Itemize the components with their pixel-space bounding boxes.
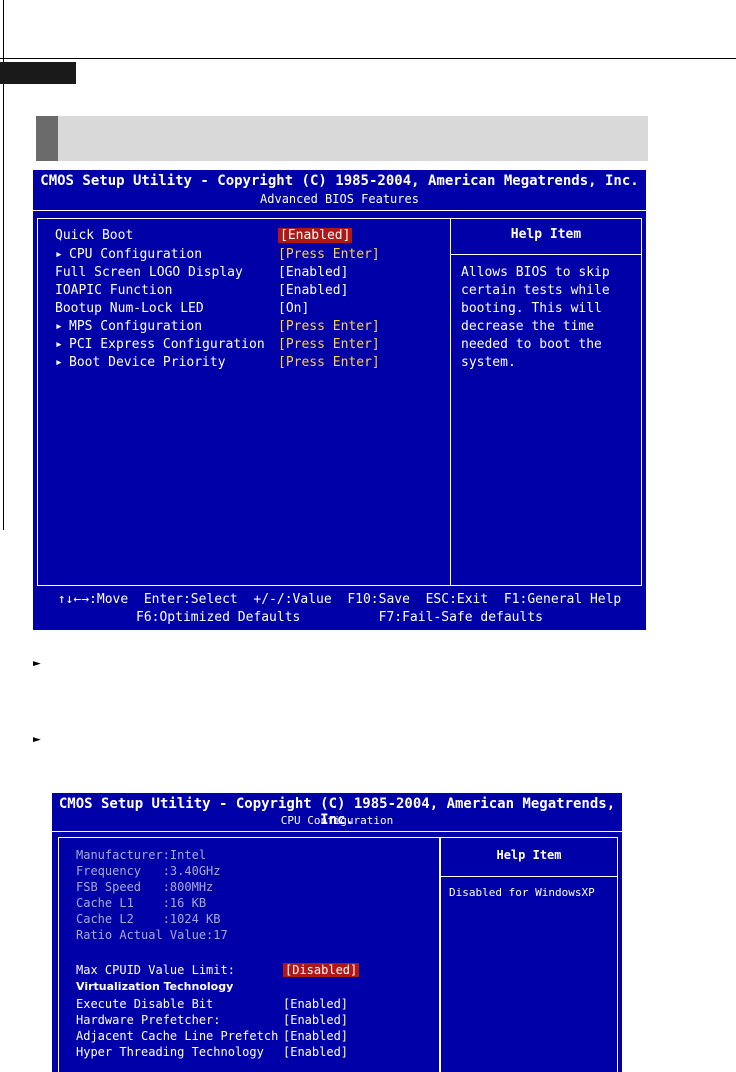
menu-item-hardware-prefetcher[interactable]: Hardware Prefetcher: [76, 1013, 221, 1027]
submenu-arrow-icon: ▸ [55, 355, 63, 370]
title-separator [52, 831, 622, 832]
help-text: Allows BIOS to skip certain tests while … [461, 265, 610, 370]
help-panel: Help Item Allows BIOS to skip certain te… [450, 218, 642, 586]
info-ratio: Ratio Actual Value:17 [76, 928, 228, 942]
menu-item-max-cpuid[interactable]: Max CPUID Value Limit: [76, 963, 235, 977]
value-boot-device-priority[interactable]: [Press Enter] [278, 355, 380, 370]
value-execute-disable[interactable]: [Enabled] [283, 997, 348, 1011]
value-pci-express[interactable]: [Press Enter] [278, 337, 380, 352]
menu-item-numlock[interactable]: Bootup Num-Lock LED [55, 301, 204, 316]
value-quick-boot[interactable]: [Enabled] [278, 228, 353, 243]
bios-title: CMOS Setup Utility - Copyright (C) 1985-… [40, 173, 639, 189]
help-title: Help Item [496, 848, 562, 862]
menu-item-execute-disable[interactable]: Execute Disable Bit [76, 997, 213, 1011]
page-tab [0, 62, 76, 84]
submenu-arrow-icon: ▸ [55, 337, 63, 352]
info-fsb-speed: FSB Speed :800MHz [76, 880, 214, 894]
value-ioapic[interactable]: [Enabled] [278, 283, 348, 298]
help-panel: Help Item Disabled for WindowsXP [440, 837, 618, 1072]
menu-item-adjacent-cache[interactable]: Adjacent Cache Line Prefetch [76, 1029, 278, 1043]
submenu-arrow-icon: ▸ [55, 319, 63, 334]
menu-item-full-screen-logo[interactable]: Full Screen LOGO Display [55, 265, 243, 280]
value-cpu-configuration[interactable]: [Press Enter] [278, 247, 380, 262]
help-title-divider [441, 876, 617, 877]
value-max-cpuid[interactable]: [Disabled] [283, 963, 360, 977]
value-mps-configuration[interactable]: [Press Enter] [278, 319, 380, 334]
page-header-rule [0, 58, 736, 59]
help-title: Help Item [510, 227, 582, 242]
menu-item-pci-express[interactable]: PCI Express Configuration [69, 337, 265, 352]
help-title-divider [451, 254, 641, 255]
menu-item-cpu-configuration[interactable]: CPU Configuration [69, 247, 202, 262]
submenu-arrow-icon: ▸ [55, 247, 63, 262]
value-hardware-prefetcher[interactable]: [Enabled] [283, 1013, 348, 1027]
section-header-accent [36, 116, 58, 161]
menu-item-boot-device-priority[interactable]: Boot Device Priority [69, 355, 226, 370]
bios-screen-advanced: CMOS Setup Utility - Copyright (C) 1985-… [33, 170, 646, 630]
section-header-band [36, 116, 648, 161]
info-frequency: Frequency :3.40GHz [76, 864, 221, 878]
menu-item-mps-configuration[interactable]: MPS Configuration [69, 319, 202, 334]
bios-subtitle: Advanced BIOS Features [260, 192, 419, 206]
key-legend-line1: ↑↓←→:Move Enter:Select +/-/:Value F10:Sa… [57, 592, 622, 607]
info-manufacturer: Manufacturer:Intel [76, 848, 207, 862]
help-text: Disabled for WindowsXP [449, 886, 595, 899]
menu-item-virtualization[interactable]: Virtualization Technology [76, 980, 233, 993]
value-full-screen-logo[interactable]: [Enabled] [278, 265, 348, 280]
key-legend-line2: F6:Optimized Defaults F7:Fail-Safe defau… [136, 610, 543, 625]
info-cache-l1: Cache L1 :16 KB [76, 896, 207, 910]
menu-item-quick-boot[interactable]: Quick Boot [55, 228, 133, 243]
value-adjacent-cache[interactable]: [Enabled] [283, 1029, 348, 1043]
bullet-icon: ► [33, 732, 41, 747]
title-separator [33, 210, 646, 211]
value-hyper-threading[interactable]: [Enabled] [283, 1045, 348, 1059]
bullet-icon: ► [33, 656, 41, 671]
info-cache-l2: Cache L2 :1024 KB [76, 912, 221, 926]
value-numlock[interactable]: [On] [278, 301, 309, 316]
bios-subtitle: CPU Configuration [280, 814, 394, 827]
menu-item-hyper-threading[interactable]: Hyper Threading Technology [76, 1045, 264, 1059]
bios-screen-cpu: CMOS Setup Utility - Copyright (C) 1985-… [52, 793, 622, 1072]
menu-item-ioapic[interactable]: IOAPIC Function [55, 283, 172, 298]
